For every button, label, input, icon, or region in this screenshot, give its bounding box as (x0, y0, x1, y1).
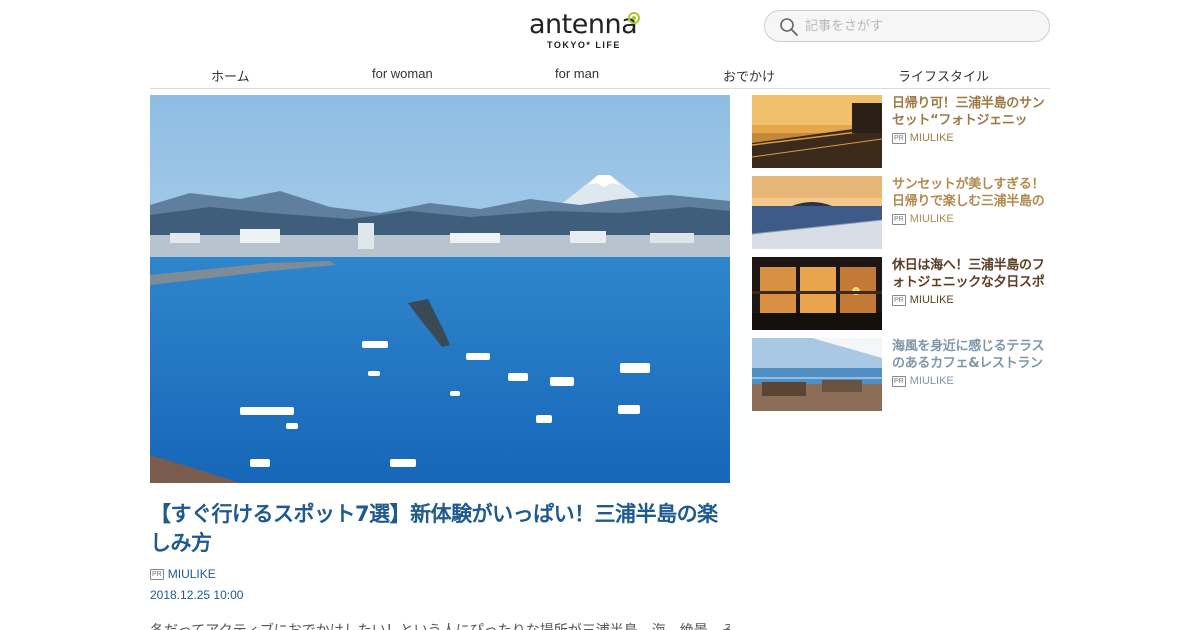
sidebar-article-author: MIULIKE (909, 132, 954, 144)
sidebar-article-author: MIULIKE (909, 294, 954, 306)
sidebar-thumbnail[interactable] (752, 95, 882, 168)
site-header: antenna TOKYO* LIFE (0, 0, 1200, 60)
sidebar-thumbnail[interactable] (752, 257, 882, 330)
sidebar-article-author: MIULIKE (909, 213, 954, 225)
sidebar-thumbnail[interactable] (752, 176, 882, 249)
logo-wordmark: antenna (529, 9, 638, 40)
nav-item-for-woman[interactable]: for woman (372, 66, 433, 81)
sidebar-article-3[interactable]: 休日は海へ！三浦半島のフォトジェニックな夕日スポ PR MIULIKE (752, 257, 1050, 330)
nav-item-for-man[interactable]: for man (555, 66, 599, 81)
search-input[interactable] (805, 16, 1035, 36)
hero-image[interactable] (150, 95, 730, 483)
article-date: 2018.12.25 10:00 (150, 588, 244, 602)
search-box[interactable] (764, 10, 1050, 42)
sidebar-article-title[interactable]: サンセットが美しすぎる！日帰りで楽しむ三浦半島の (892, 176, 1050, 210)
main-nav: ホーム for woman for man おでかけ ライフスタイル (150, 60, 1050, 89)
nav-item-odekake[interactable]: おでかけ (723, 66, 775, 85)
nav-item-home[interactable]: ホーム (211, 66, 250, 85)
sidebar-article-1[interactable]: 日帰り可！三浦半島のサンセット“フォトジェニッ PR MIULIKE (752, 95, 1050, 168)
sidebar-article-meta: PR MIULIKE (892, 132, 954, 144)
sidebar-article-title[interactable]: 休日は海へ！三浦半島のフォトジェニックな夕日スポ (892, 257, 1050, 291)
sidebar-article-title[interactable]: 海風を身近に感じるテラスのあるカフェ&レストラン (892, 338, 1050, 372)
pr-badge: PR (892, 132, 906, 144)
logo-tagline: TOKYO* LIFE (547, 40, 621, 50)
search-icon[interactable] (779, 17, 799, 37)
pr-badge: PR (892, 213, 906, 225)
sidebar-article-title[interactable]: 日帰り可！三浦半島のサンセット“フォトジェニッ (892, 95, 1050, 129)
sidebar-thumbnail[interactable] (752, 338, 882, 411)
sidebar-article-4[interactable]: 海風を身近に感じるテラスのあるカフェ&レストラン PR MIULIKE (752, 338, 1050, 411)
sidebar-article-author: MIULIKE (909, 375, 954, 387)
sidebar-article-meta: PR MIULIKE (892, 375, 954, 387)
site-logo[interactable]: antenna TOKYO* LIFE (529, 10, 641, 52)
article-author[interactable]: MIULIKE (168, 567, 216, 581)
article-title[interactable]: 【すぐ行けるスポット7選】新体験がいっぱい！三浦半島の楽しみ方 (150, 500, 730, 558)
sidebar-article-meta: PR MIULIKE (892, 213, 954, 225)
logo-mark-icon (628, 12, 640, 24)
nav-item-lifestyle[interactable]: ライフスタイル (898, 66, 989, 85)
article-meta: PR MIULIKE (150, 566, 216, 582)
sidebar-article-2[interactable]: サンセットが美しすぎる！日帰りで楽しむ三浦半島の PR MIULIKE (752, 176, 1050, 249)
article-body-preview: 冬だってアクティブにおでかけしたい！という人にぴったりな場所が三浦半島。海、絶景… (150, 620, 730, 630)
pr-badge: PR (892, 375, 906, 387)
pr-badge: PR (892, 294, 906, 306)
pr-badge: PR (150, 568, 164, 580)
sidebar-article-meta: PR MIULIKE (892, 294, 954, 306)
